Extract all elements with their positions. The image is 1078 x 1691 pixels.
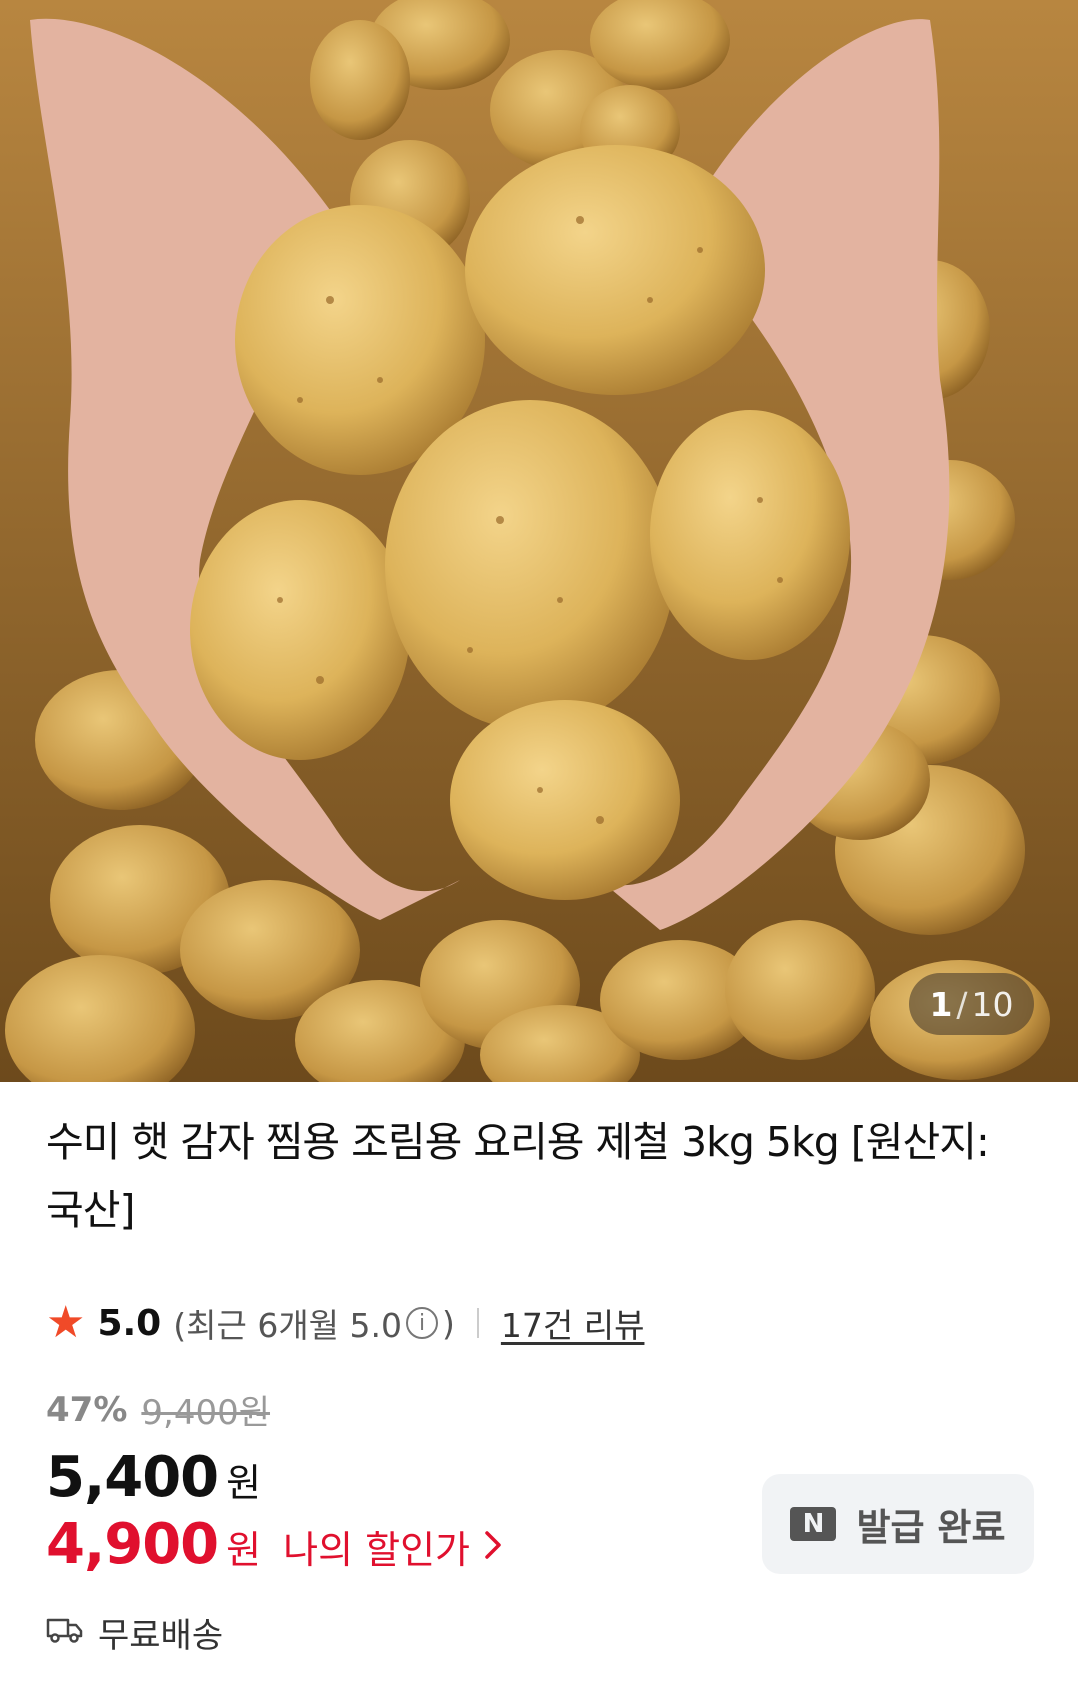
reviews-link[interactable]: 17건 리뷰 xyxy=(501,1299,645,1347)
star-icon: ★ xyxy=(46,1297,86,1348)
my-price-currency: 원 xyxy=(226,1528,262,1572)
truck-icon xyxy=(46,1613,84,1653)
potato-photo xyxy=(0,0,1078,1082)
naver-n-icon: N xyxy=(790,1507,837,1541)
pager-separator: / xyxy=(956,984,968,1024)
pager-current: 1 xyxy=(929,984,953,1024)
info-icon[interactable]: i xyxy=(406,1307,439,1339)
original-price: 9,400원 xyxy=(141,1393,271,1433)
discount-rate: 47% xyxy=(46,1389,128,1430)
recent-rating: (최근 6개월 5.0 xyxy=(173,1306,403,1345)
coupon-label: 발급 완료 xyxy=(856,1506,1006,1549)
product-image[interactable]: 1 / 10 xyxy=(0,0,1078,1082)
shipping-label: 무료배송 xyxy=(98,1616,224,1656)
discount-row: 47% 9,400원 xyxy=(46,1385,270,1434)
my-price: 4,900 xyxy=(46,1512,219,1577)
rating-score: 5.0 xyxy=(97,1302,162,1344)
my-price-link[interactable]: 나의 할인가 xyxy=(283,1519,502,1574)
coupon-issued-button[interactable]: N 발급 완료 xyxy=(762,1474,1034,1574)
my-price-row[interactable]: 4,900 원 나의 할인가 xyxy=(46,1512,502,1577)
pager-total: 10 xyxy=(971,984,1014,1024)
sale-price-currency: 원 xyxy=(226,1461,262,1505)
chevron-right-icon xyxy=(484,1525,502,1569)
recent-rating-close: ) xyxy=(442,1303,455,1343)
rating-row: ★ 5.0 (최근 6개월 5.0 i ) 17건 리뷰 xyxy=(46,1298,644,1348)
sale-price: 5,400 xyxy=(46,1445,219,1510)
divider xyxy=(476,1308,479,1338)
my-price-label: 나의 할인가 xyxy=(283,1528,470,1572)
image-pager: 1 / 10 xyxy=(909,973,1034,1035)
product-title: 수미 햇 감자 찜용 조림용 요리용 제철 3kg 5kg [원산지: 국산] xyxy=(46,1118,990,1234)
sale-price-row: 5,400 원 xyxy=(46,1445,261,1510)
shipping-row: 무료배송 xyxy=(46,1608,223,1657)
